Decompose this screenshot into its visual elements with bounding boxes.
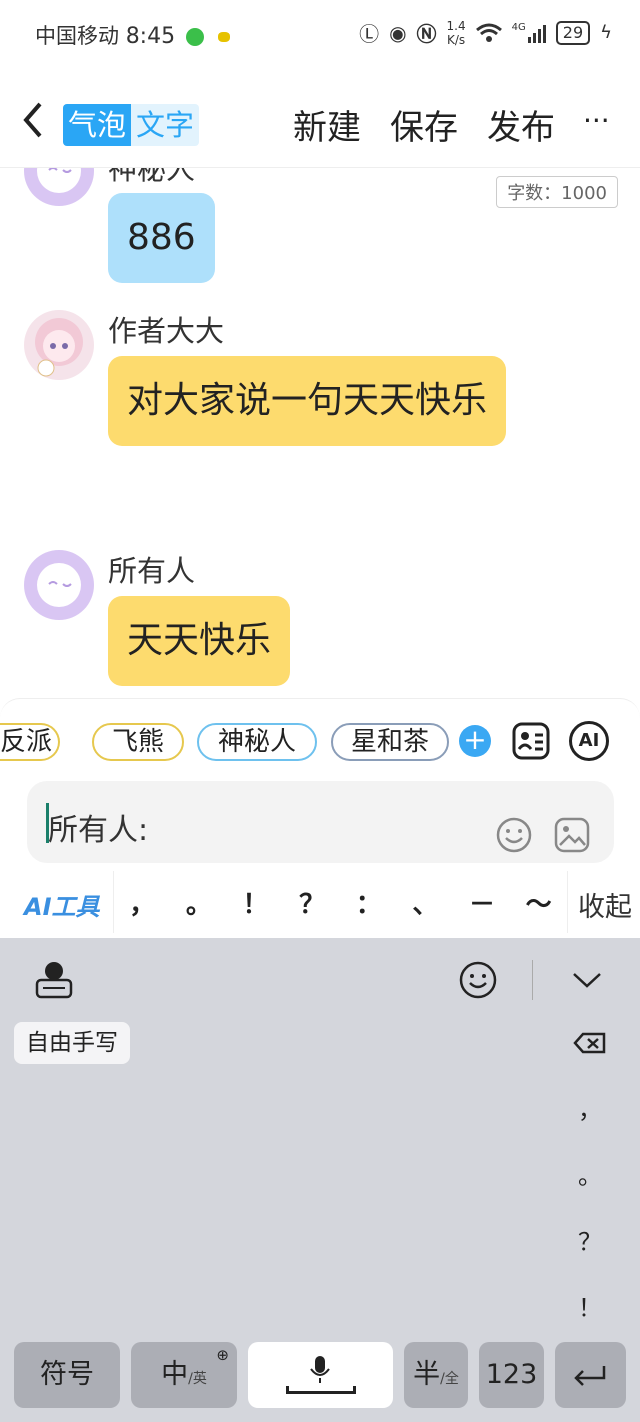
ai-tools-button[interactable]: AI工具 [24,887,100,922]
globe-icon: ⊕ [216,1346,229,1364]
side-punct-key[interactable]: ？ [578,1222,602,1257]
chat-area[interactable]: 神秘人 886 字数：1000 作者大大 对大家说一句天天快乐 所有人 天天快乐 [0,168,640,698]
save-button[interactable]: 保存 [390,100,458,149]
chevron-down-icon[interactable] [572,970,602,990]
punct-key[interactable]: ～ [526,884,552,921]
number-key[interactable]: 123 [479,1342,544,1408]
side-punct-key[interactable]: ！ [578,1288,602,1323]
clock: 8:45 [125,24,176,49]
sender-name: 神秘人 [108,168,196,186]
publish-button[interactable]: 发布 [487,100,555,149]
punctuation-bar: ， 。 ！ ？ ： 、 － ～ [113,871,568,933]
notification-icon [218,32,231,42]
charging-icon: ϟ [600,22,612,43]
side-punct-key[interactable]: 。 [578,1156,602,1191]
punct-key[interactable]: ： [356,884,382,921]
keyboard-globe-icon[interactable] [34,960,74,1000]
carrier-label: 中国移动 [35,24,119,48]
sender-name: 所有人 [108,554,196,588]
message-bubble[interactable]: 886 [108,193,215,283]
top-nav: 气泡 文字 新建 保存 发布 ··· [0,70,640,168]
half-full-key[interactable]: 半/全 [404,1342,468,1408]
punct-key[interactable]: ， [129,884,155,921]
handwriting-button[interactable]: 自由手写 [14,1022,130,1064]
character-chip[interactable]: 神秘人 [197,723,317,761]
contacts-card-icon[interactable] [511,721,551,761]
mystery-face-icon [37,168,81,193]
tab-bubble[interactable]: 气泡 [63,104,132,146]
punct-key[interactable]: 、 [412,884,438,921]
input-value[interactable]: 所有人: [48,805,148,849]
space-key[interactable] [248,1342,393,1408]
enter-icon [574,1366,606,1386]
character-chip[interactable]: 星和茶 [331,723,449,761]
character-chip[interactable]: 飞熊 [92,723,184,761]
avatar[interactable] [24,310,94,380]
compose-panel: 反派 飞熊 神秘人 星和茶 + AI 所有人: AI工具 ， 。 ！ ？ ： 、… [0,698,640,938]
avatar[interactable] [24,168,94,206]
collapse-button[interactable]: 收起 [578,885,632,924]
punct-key[interactable]: ？ [299,884,325,921]
new-button[interactable]: 新建 [293,100,361,149]
space-bar-icon [286,1386,356,1394]
punct-key[interactable]: － [469,884,495,921]
eye-icon: ◉ [389,20,407,45]
message-bubble[interactable]: 天天快乐 [108,596,291,686]
symbol-key[interactable]: 符号 [14,1342,120,1408]
word-count-badge: 字数：1000 [496,176,618,208]
message-input[interactable]: 所有人: [27,781,614,863]
status-icons: Ⓛ ◉ Ⓝ 1.4 K/s 4G 29 ϟ [359,18,612,47]
character-chip[interactable]: 反派 [0,723,60,761]
carrier-time: 中国移动 8:45 [35,20,231,50]
tab-text[interactable]: 文字 [131,104,200,146]
punct-key[interactable]: ！ [243,884,269,921]
speed-indicator: 1.4 K/s [446,18,466,47]
message-bubble[interactable]: 对大家说一句天天快乐 [108,356,507,446]
battery-icon: 29 [555,20,591,45]
divider [532,960,533,1000]
punct-key[interactable]: 。 [186,884,212,921]
enter-key[interactable] [555,1342,626,1408]
avatar[interactable] [24,550,94,620]
anime-girl-avatar-icon [35,318,83,377]
microphone-icon [310,1356,330,1383]
wifi-icon [475,23,502,42]
sender-name: 作者大大 [108,314,225,348]
mode-switch: 气泡 文字 [63,104,200,146]
mystery-face-icon [37,563,81,607]
do-not-disturb-icon: Ⓛ [359,22,380,46]
nfc-icon: Ⓝ [416,22,437,46]
wechat-icon [185,28,204,46]
add-character-icon[interactable]: + [459,725,491,757]
image-icon[interactable] [554,817,590,853]
emoji-icon[interactable] [496,817,532,853]
keyboard: 自由手写 ， 。 ？ ！ 符号 中/英 ⊕ 半/全 123 [0,938,640,1422]
ai-button[interactable]: AI [569,721,609,761]
status-bar: 中国移动 8:45 Ⓛ ◉ Ⓝ 1.4 K/s 4G 29 ϟ [0,0,640,70]
backspace-icon[interactable] [573,1032,607,1054]
emoji-icon[interactable] [459,961,497,999]
back-icon[interactable] [18,100,48,140]
more-button[interactable]: ··· [583,104,610,137]
signal-icon: 4G [512,22,546,43]
side-punct-key[interactable]: ， [578,1090,602,1125]
zh-en-key[interactable]: 中/英 ⊕ [131,1342,237,1408]
